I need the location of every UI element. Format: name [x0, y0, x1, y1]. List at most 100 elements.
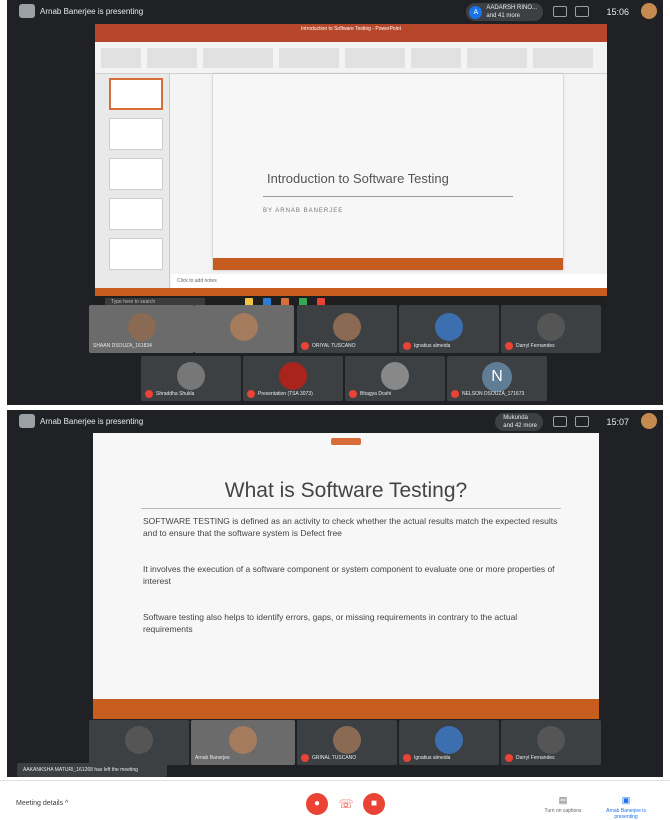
participant-tile[interactable]: Darryl Fernandes: [501, 305, 601, 353]
participant-avatar: [381, 362, 409, 390]
participant-avatar: [537, 726, 565, 754]
participant-name: Shraddha Shukla: [156, 391, 195, 397]
participant-avatar: [125, 726, 153, 754]
shared-slide: What is Software Testing? SOFTWARE TESTI…: [93, 433, 599, 719]
captions-label: Turn on captions: [544, 808, 582, 814]
participant-name: Ignatius almeida: [414, 755, 451, 761]
present-button[interactable]: ▣ Arnab Banerjee is presenting: [603, 795, 649, 820]
participants-chip[interactable]: Mukunda and 42 more: [495, 413, 543, 431]
clock: 15:07: [606, 417, 629, 427]
participant-tile[interactable]: N NELSON DSOUZA_171673: [447, 356, 547, 401]
presenting-label: Arnab Banerjee is presenting: [40, 7, 144, 16]
participant-tile[interactable]: [194, 305, 294, 353]
mic-off-icon: [505, 754, 513, 762]
people-icon[interactable]: [553, 416, 567, 427]
participants-chip[interactable]: A AADARSH RINO... and 41 more: [466, 3, 543, 21]
presenter-avatar: [19, 414, 35, 428]
participant-avatar: A: [469, 6, 483, 19]
participant-name: Darryl Fernandes: [516, 755, 555, 761]
meeting-screen-1: Arnab Banerjee is presenting A AADARSH R…: [7, 0, 663, 405]
participant-tile[interactable]: Arnab Banerjee: [191, 720, 295, 765]
participant-avatar: [333, 313, 361, 341]
ppt-slide: Introduction to Software Testing BY ARNA…: [213, 74, 563, 270]
slide-thumbnail[interactable]: [109, 118, 163, 150]
captions-button[interactable]: ▤ Turn on captions: [543, 795, 583, 814]
shared-powerpoint-window: Introduction to Software Testing - Power…: [95, 24, 607, 304]
mic-off-icon: [403, 342, 411, 350]
mic-off-icon: [301, 342, 309, 350]
participant-tile[interactable]: GRINAL TUSCANO: [297, 720, 397, 765]
participant-name: Presentation (TSA 3073): [258, 391, 313, 397]
chevron-up-icon: ^: [65, 800, 69, 807]
participant-tile[interactable]: ORIYAL TUSCANO: [297, 305, 397, 353]
participant-video: [127, 313, 156, 341]
presenting-label: Arnab Banerjee is presenting: [40, 417, 144, 426]
mic-off-icon: [451, 390, 459, 398]
notes-pane[interactable]: Click to add notes: [171, 274, 607, 288]
mic-toggle-button[interactable]: ●: [306, 793, 328, 815]
people-icon[interactable]: [553, 6, 567, 17]
meeting-details-label: Meeting details: [16, 800, 64, 807]
mic-off-icon: [403, 754, 411, 762]
presenter-avatar: [19, 4, 35, 18]
chat-icon[interactable]: [575, 416, 589, 427]
ppt-ribbon-tabs: [95, 34, 607, 42]
camera-toggle-button[interactable]: ■: [363, 793, 385, 815]
self-avatar[interactable]: [641, 3, 657, 19]
participant-chip-extra: and 42 more: [503, 423, 537, 429]
participant-name: Arnab Banerjee: [195, 755, 230, 761]
participant-avatar: [537, 313, 565, 341]
slide-thumbnail[interactable]: [109, 238, 163, 270]
slide-divider: [141, 508, 561, 509]
participant-avatar: [435, 726, 463, 754]
participant-tile[interactable]: Presentation (TSA 3073): [243, 356, 343, 401]
slide-paragraph: Software testing also helps to identify …: [143, 612, 518, 634]
participant-tile[interactable]: Ignatius almeida: [399, 720, 499, 765]
participant-video: [230, 313, 258, 341]
participant-avatar: [435, 313, 463, 341]
chat-icon[interactable]: [575, 6, 589, 17]
participant-avatar: [177, 362, 205, 390]
camera-off-icon: ■: [370, 798, 378, 809]
self-avatar[interactable]: [641, 413, 657, 429]
participant-video: [229, 726, 257, 754]
top-bar: Arnab Banerjee is presenting Mukunda and…: [7, 410, 663, 434]
slide-author: BY ARNAB BANERJEE: [263, 208, 344, 214]
meeting-screen-2: Arnab Banerjee is presenting Mukunda and…: [7, 410, 663, 777]
left-meeting-toast: AAKANKSHA MATURI_161268 has left the mee…: [17, 763, 167, 777]
slide-thumbnails: [95, 74, 170, 290]
participant-tile[interactable]: Bhagya Doshi: [345, 356, 445, 401]
participant-tile[interactable]: Shraddha Shukla: [141, 356, 241, 401]
participant-tile[interactable]: [89, 720, 189, 765]
hang-up-button[interactable]: ☏: [335, 793, 357, 815]
slide-paragraph: SOFTWARE TESTING is defined as an activi…: [143, 516, 558, 538]
participant-chip-name: Mukunda: [503, 415, 528, 421]
participant-name: NELSON DSOUZA_171673: [462, 391, 525, 397]
mic-off-icon: [505, 342, 513, 350]
participant-tile[interactable]: Darryl Fernandes: [501, 720, 601, 765]
mic-off-icon: [247, 390, 255, 398]
meeting-controls-bar: Meeting details ^ ● ☏ ■ ▤ Turn on captio…: [0, 780, 670, 820]
participant-name: ORIYAL TUSCANO: [312, 343, 356, 349]
slide-thumbnail[interactable]: [109, 158, 163, 190]
participant-chip-extra: and 41 more: [486, 13, 521, 19]
meeting-details-button[interactable]: Meeting details ^: [16, 800, 68, 807]
participant-tile[interactable]: SHAAN DSOUZA_161834: [89, 305, 194, 353]
slide-bottom-band: [213, 258, 563, 270]
slide-title: Introduction to Software Testing: [267, 171, 449, 186]
top-bar: Arnab Banerjee is presenting A AADARSH R…: [7, 0, 663, 24]
mic-off-icon: [145, 390, 153, 398]
participant-avatar: [333, 726, 361, 754]
slide-thumbnail[interactable]: [109, 78, 163, 110]
slide-divider: [263, 196, 513, 197]
present-icon: ▣: [621, 795, 631, 805]
participant-name: GRINAL TUSCANO: [312, 755, 357, 761]
ppt-title-bar: Introduction to Software Testing - Power…: [95, 24, 607, 34]
slide-logo: [331, 438, 361, 445]
participant-name: Ignatius almeida: [414, 343, 451, 349]
slide-heading: What is Software Testing?: [224, 479, 468, 502]
ppt-ribbon: [95, 42, 607, 74]
clock: 15:06: [606, 7, 629, 17]
participant-tile[interactable]: Ignatius almeida: [399, 305, 499, 353]
slide-thumbnail[interactable]: [109, 198, 163, 230]
